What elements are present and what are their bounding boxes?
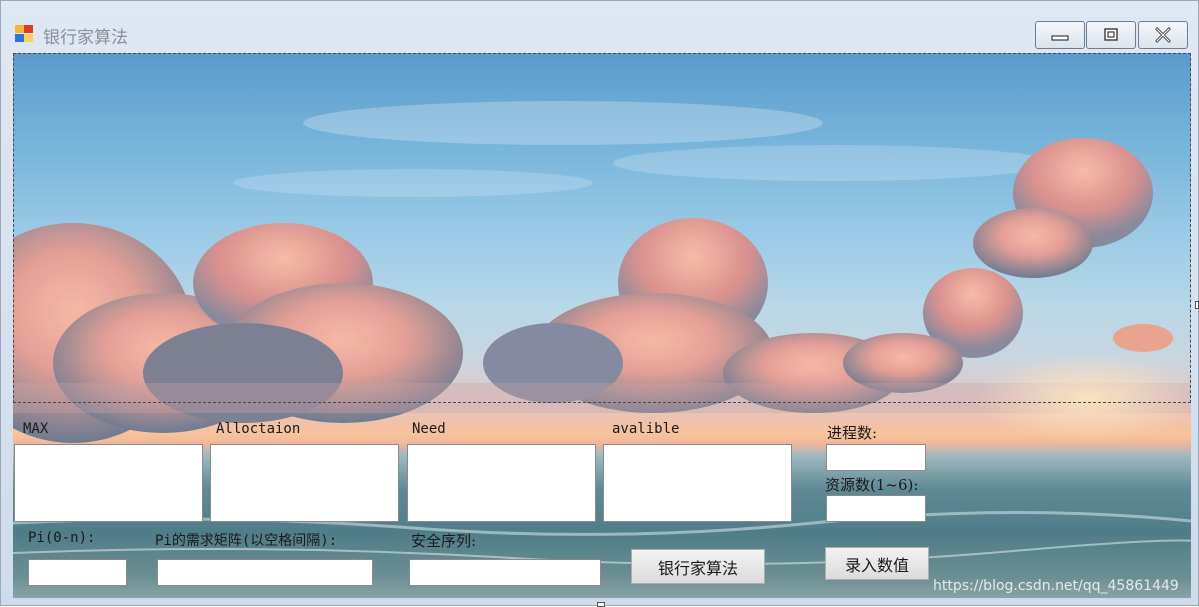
main-window: 银行家算法 MAX Alloctaion Need avalible 进程数: … <box>0 0 1199 607</box>
need-label: Need <box>412 421 446 437</box>
app-icon <box>15 25 35 43</box>
available-matrix-input[interactable] <box>603 444 792 522</box>
close-button[interactable] <box>1138 21 1188 49</box>
safe-sequence-label: 安全序列: <box>411 532 477 550</box>
banker-algorithm-button[interactable]: 银行家算法 <box>631 549 765 584</box>
pi-input[interactable] <box>28 559 127 586</box>
process-count-label: 进程数: <box>827 424 878 442</box>
allocation-matrix-input[interactable] <box>210 444 399 522</box>
client-area: MAX Alloctaion Need avalible 进程数: 资源数(1~… <box>13 53 1191 598</box>
need-matrix-input[interactable] <box>407 444 596 522</box>
max-label: MAX <box>23 421 49 437</box>
request-matrix-label: Pi的需求矩阵(以空格间隔): <box>155 533 338 549</box>
minimize-icon <box>1051 35 1069 41</box>
window-title: 银行家算法 <box>43 28 128 48</box>
bottom-resize-handle[interactable] <box>597 602 605 607</box>
allocation-label: Alloctaion <box>216 421 301 437</box>
minimize-button[interactable] <box>1035 21 1085 49</box>
safe-sequence-output[interactable] <box>409 559 601 586</box>
pi-label: Pi(0-n): <box>28 530 96 546</box>
maximize-icon <box>1104 28 1118 41</box>
request-matrix-input[interactable] <box>157 559 373 586</box>
process-count-input[interactable] <box>826 444 926 471</box>
resource-count-label: 资源数(1~6): <box>825 476 919 494</box>
watermark-text: https://blog.csdn.net/qq_45861449 <box>933 578 1179 594</box>
sun-glow <box>973 353 1191 443</box>
available-label: avalible <box>612 421 680 437</box>
right-resize-handle[interactable] <box>1195 301 1199 309</box>
close-icon <box>1155 27 1171 43</box>
max-matrix-input[interactable] <box>14 444 203 522</box>
resource-count-input[interactable] <box>826 495 926 522</box>
maximize-button[interactable] <box>1086 21 1136 49</box>
enter-values-button[interactable]: 录入数值 <box>825 547 929 580</box>
title-bar[interactable]: 银行家算法 <box>1 1 1198 51</box>
